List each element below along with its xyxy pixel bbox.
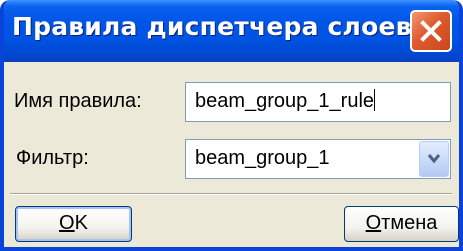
ok-button[interactable]: OK [15,206,132,242]
close-button[interactable] [410,10,452,52]
cancel-accelerator: О [365,212,382,234]
cancel-button[interactable]: Отмена [344,206,459,242]
text-caret [374,89,376,111]
ok-label: K [74,212,88,234]
rule-name-value: beam_group_1_rule [195,90,375,112]
chevron-down-icon [427,154,441,164]
window-title: Правила диспетчера слоев [12,12,412,41]
filter-selected-value: beam_group_1 [195,147,330,169]
rule-name-label: Имя правила: [14,90,142,112]
filter-dropdown-button[interactable] [419,141,449,177]
rule-name-input[interactable]: beam_group_1_rule [185,82,451,122]
title-bar[interactable]: Правила диспетчера слоев [4,0,459,62]
divider [10,193,452,195]
close-icon [420,20,442,42]
cancel-label: тмена [381,212,438,234]
filter-dropdown[interactable]: beam_group_1 [185,139,451,179]
ok-accelerator: O [59,212,75,234]
dialog-window: Правила диспетчера слоев Имя правила: be… [0,0,463,251]
filter-label: Фильтр: [16,147,89,169]
